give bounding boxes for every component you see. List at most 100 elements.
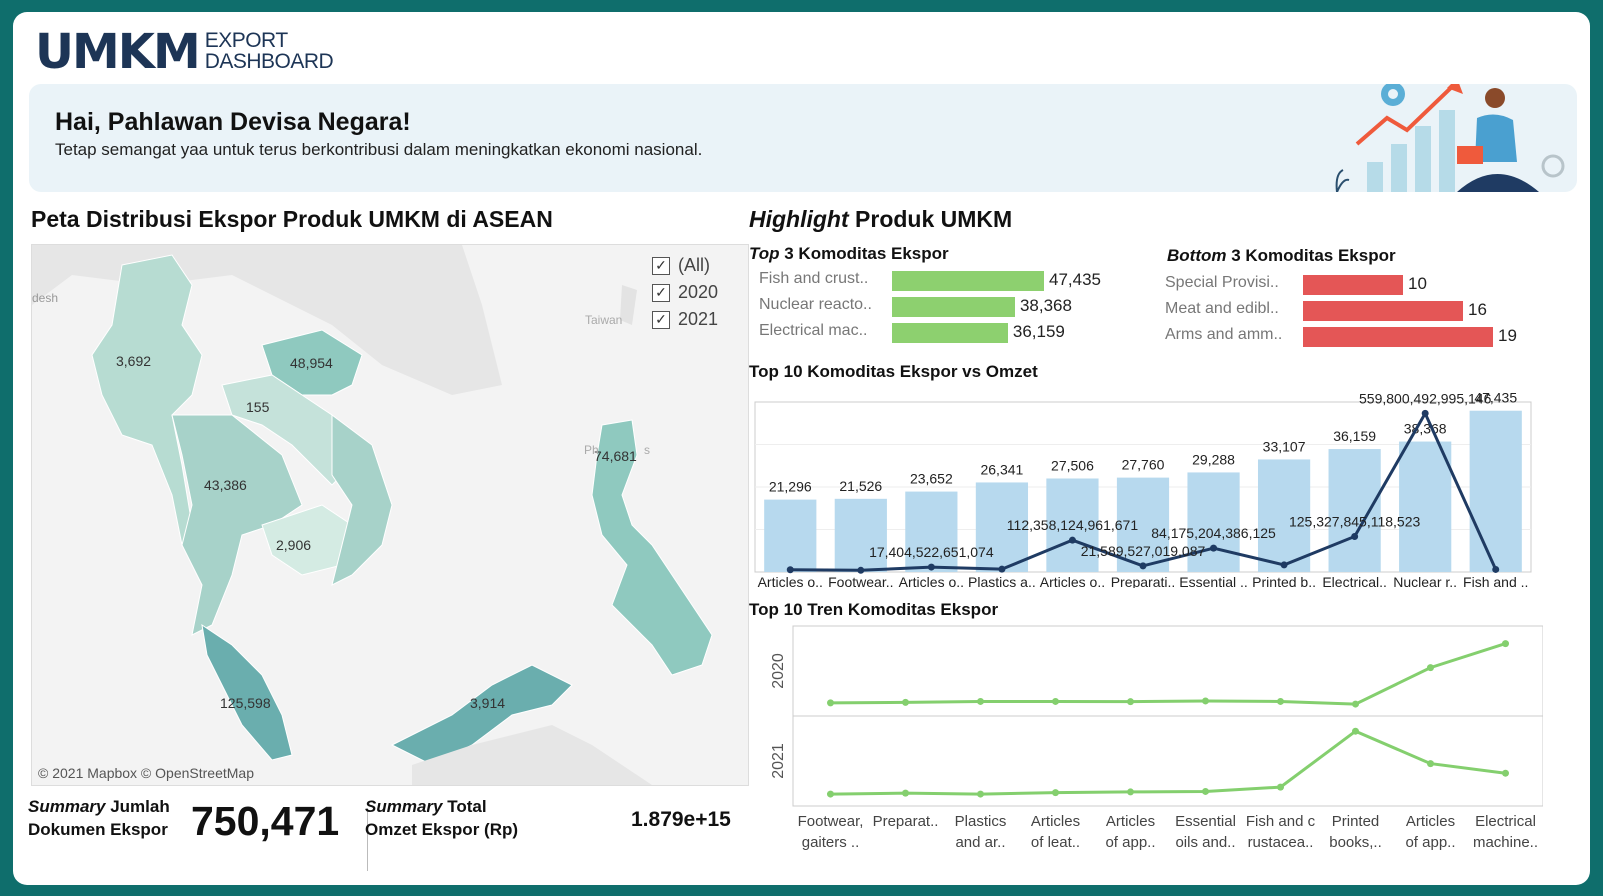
map-value-laos: 155 <box>246 399 270 415</box>
checkbox-icon[interactable]: ✓ <box>652 283 670 302</box>
top10-bar-value-label: 21,296 <box>769 479 812 495</box>
map-title: Peta Distribusi Ekspor Produk UMKM di AS… <box>31 206 553 232</box>
map-value-myanmar: 3,692 <box>116 353 152 369</box>
checkbox-icon[interactable]: ✓ <box>652 256 670 275</box>
omzet-point <box>1139 562 1147 570</box>
top10-bar-value-label: 26,341 <box>980 461 1023 477</box>
hbar-bar[interactable] <box>1303 275 1403 295</box>
top10-bar <box>1328 449 1381 572</box>
top10-bar-value-label: 23,652 <box>910 471 953 487</box>
welcome-banner: Hai, Pahlawan Devisa Negara! Tetap seman… <box>29 84 1577 192</box>
trend-point <box>1277 697 1284 705</box>
trend-category-label: Footwear, <box>798 813 864 830</box>
trend-point <box>1427 760 1434 768</box>
trend-point <box>1127 788 1134 796</box>
map-value-borneo: 3,914 <box>470 695 506 711</box>
top10-bar-value-label: 27,760 <box>1122 457 1165 473</box>
map-value-malaysia: 125,598 <box>220 695 271 711</box>
map-value-cambodia: 2,906 <box>276 537 312 553</box>
banner-title: Hai, Pahlawan Devisa Negara! <box>55 108 411 136</box>
hbar-value-label: 47,435 <box>1049 270 1101 289</box>
omzet-value-label: 112,358,124,961,671 <box>1007 517 1139 533</box>
trend-point <box>827 790 834 798</box>
trend-chart[interactable]: 2020 2021 Footwear, gaiters .. Preparat.. Pla… <box>753 622 1543 862</box>
filter-2020[interactable]: ✓ 2020 <box>652 282 718 303</box>
malaysia-peninsula-shape <box>201 623 293 761</box>
top3-title: Top 3 Komoditas Ekspor <box>749 244 949 264</box>
omzet-value-label: 559,800,492,995,146 <box>1359 390 1492 406</box>
banner-subtitle: Tetap semangat yaa untuk terus berkontri… <box>55 140 703 159</box>
map-copyright: © 2021 Mapbox © OpenStreetMap <box>38 765 254 781</box>
top10-category-label: Fish and .. <box>1463 574 1528 588</box>
top10-bar-value-label: 33,107 <box>1263 438 1306 454</box>
trend-point <box>1202 787 1209 795</box>
trend-point <box>1352 700 1359 708</box>
trend-point <box>1202 697 1209 705</box>
trend-category-label: books,.. <box>1329 834 1382 851</box>
trend-category-label: Preparat.. <box>873 813 939 830</box>
top10-bar-value-label: 27,506 <box>1051 457 1094 473</box>
top10-category-label: Essential .. <box>1179 574 1247 588</box>
top10-bar <box>834 498 887 572</box>
map-value-philippines: 74,681 <box>594 448 637 464</box>
omzet-value-label: 84,175,204,386,125 <box>1151 525 1276 541</box>
hbar-category-label: Arms and amm.. <box>1165 326 1283 343</box>
trend-category-label: rustacea.. <box>1248 834 1314 851</box>
trend-category-label: of app.. <box>1405 834 1455 851</box>
trend-category-label: Plastics <box>955 813 1007 830</box>
top10-category-label: Footwear.. <box>828 574 893 588</box>
logo-sub-line-1: EXPORT <box>204 29 288 53</box>
top10-category-label: Plastics a.. <box>968 574 1036 588</box>
top10-category-label: Articles o.. <box>758 574 823 588</box>
hbar-value-label: 19 <box>1498 326 1517 345</box>
trend-point <box>827 699 834 707</box>
trend-category-label: gaiters .. <box>802 834 860 851</box>
logo-main: UMKM <box>35 24 201 80</box>
top10-category-label: Articles o.. <box>899 574 964 588</box>
hbar-bar[interactable] <box>1303 327 1493 347</box>
bottom3-title: Bottom 3 Komoditas Ekspor <box>1167 246 1396 266</box>
highlight-title: Highlight Produk UMKM <box>749 206 1012 233</box>
trend-category-label: oils and.. <box>1175 834 1235 851</box>
trend-category-label: Articles <box>1031 813 1080 830</box>
top10-bar <box>1399 441 1452 572</box>
hbar-bar[interactable] <box>892 297 1015 317</box>
hbar-category-label: Nuclear reacto.. <box>759 296 872 313</box>
myanmar-shape <box>91 254 203 547</box>
filter-all[interactable]: ✓ (All) <box>652 255 710 276</box>
trend-title: Top 10 Tren Komoditas Ekspor <box>749 600 999 619</box>
map-value-thailand: 43,386 <box>204 477 247 493</box>
map-shapes <box>32 245 713 785</box>
top3-title-rest: 3 Komoditas Ekspor <box>779 244 949 263</box>
omzet-summary-rest: Total <box>442 797 487 816</box>
hbar-bar[interactable] <box>892 271 1044 291</box>
top10-bar <box>1469 410 1522 572</box>
taiwan-land <box>620 285 637 325</box>
docs-summary-rest: Jumlah <box>105 797 170 816</box>
asean-map[interactable]: 3,692 48,954 155 43,386 2,906 74,681 125… <box>31 244 749 786</box>
checkbox-icon[interactable]: ✓ <box>652 310 670 329</box>
hbar-bar[interactable] <box>1303 301 1463 321</box>
top3-title-em: Top <box>749 244 780 263</box>
trend-category-label: Electrical <box>1475 813 1536 830</box>
top10-bar-value-label: 21,526 <box>839 478 882 494</box>
map-place-taiwan: Taiwan <box>585 313 623 327</box>
omzet-summary-em: Summary <box>365 797 443 816</box>
trend-category-label: Printed <box>1332 813 1380 830</box>
top10-bar <box>764 499 817 572</box>
trend-category-label: Articles <box>1106 813 1155 830</box>
hbar-bar[interactable] <box>892 323 1008 343</box>
trend-row-label: 2020 <box>770 653 787 689</box>
hbar-category-label: Fish and crust.. <box>759 270 869 287</box>
hbar-value-label: 38,368 <box>1019 296 1072 315</box>
omzet-point <box>1210 544 1218 552</box>
filter-2021-label: 2021 <box>678 309 719 329</box>
vietnam-south-shape <box>331 414 393 586</box>
trend-category-label: and ar.. <box>955 834 1005 851</box>
top10-category-label: Articles o.. <box>1040 574 1105 588</box>
top10-combo-chart[interactable]: 21,296 Articles o.. 21,526 Footwear.. 23,652… <box>753 388 1533 588</box>
trend-point <box>902 698 909 706</box>
filter-2021[interactable]: ✓ 2021 <box>652 309 718 330</box>
logo-sub-line-2: DASHBOARD <box>204 50 334 73</box>
trend-category-label: of app.. <box>1105 834 1155 851</box>
